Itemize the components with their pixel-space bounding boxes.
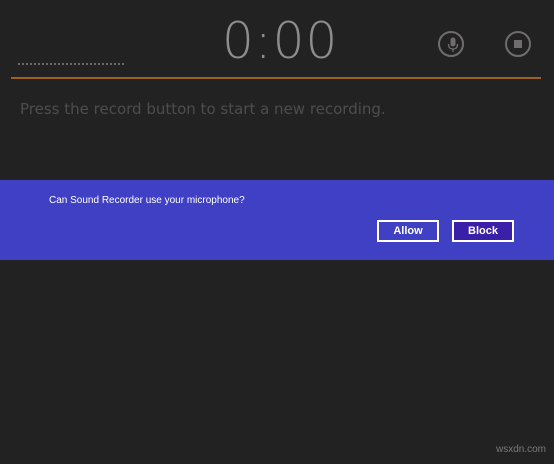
empty-state-hint: Press the record button to start a new r… xyxy=(20,100,386,118)
recording-level-indicator xyxy=(18,63,124,65)
watermark: wsxdn.com xyxy=(495,444,546,455)
recording-timer: 0:00 xyxy=(222,12,339,70)
timeline-divider xyxy=(11,77,541,79)
dialog-message: Can Sound Recorder use your microphone? xyxy=(49,195,245,206)
stop-button[interactable] xyxy=(505,31,531,57)
block-button[interactable]: Block xyxy=(452,220,514,242)
sound-recorder-app: 0:00 Press the record button to start a … xyxy=(0,0,554,464)
microphone-icon xyxy=(447,37,459,52)
stop-icon xyxy=(514,40,522,48)
microphone-permission-dialog: Can Sound Recorder use your microphone? … xyxy=(0,180,554,260)
record-button[interactable] xyxy=(438,31,464,57)
allow-button[interactable]: Allow xyxy=(377,220,439,242)
